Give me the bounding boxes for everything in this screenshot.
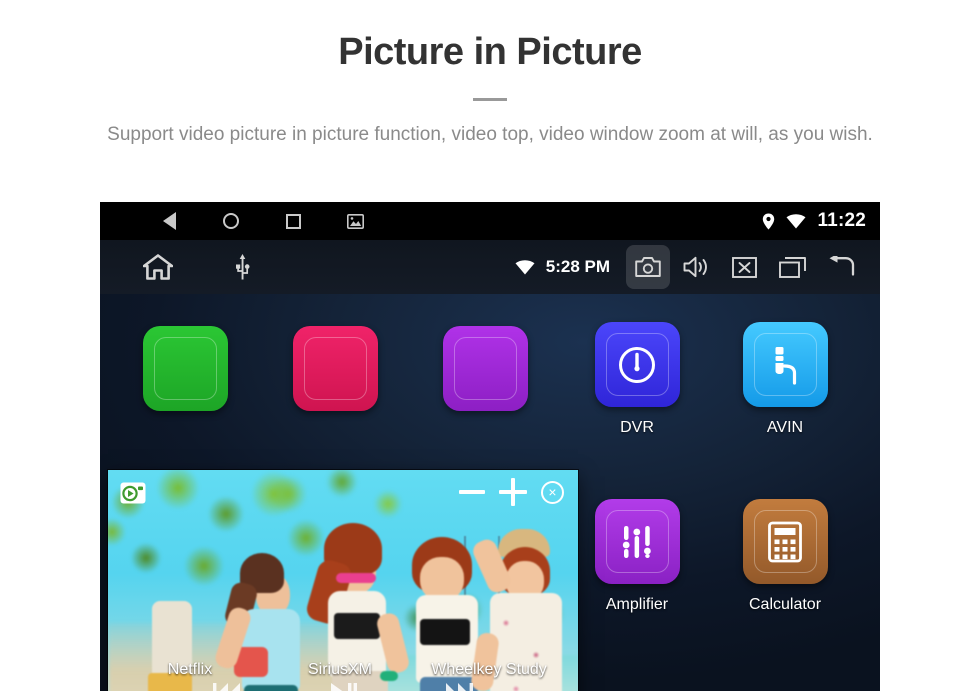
app-label-dvr: DVR xyxy=(620,419,654,436)
toolbar-left-group xyxy=(136,245,264,289)
app-cell-amplifier[interactable]: Amplifier xyxy=(572,499,702,614)
navigation-keys xyxy=(158,210,366,232)
app-cell-avin[interactable]: AVIN xyxy=(720,322,850,437)
usb-status-icon-button[interactable] xyxy=(220,245,264,289)
screenshot-nav-key[interactable] xyxy=(344,210,366,232)
back-arrow-icon xyxy=(829,256,855,276)
close-app-button[interactable] xyxy=(722,245,766,289)
usb-icon xyxy=(235,254,249,280)
app-cell-dvr[interactable]: DVR xyxy=(572,322,702,437)
home-icon xyxy=(143,254,173,280)
app-tile-calculator xyxy=(742,499,828,584)
recents-nav-key[interactable] xyxy=(282,210,304,232)
status-bar-clock: 11:22 xyxy=(817,210,866,231)
back-nav-key[interactable] xyxy=(158,210,180,232)
volume-button[interactable] xyxy=(674,245,718,289)
app-toolbar: 5:28 PM xyxy=(100,240,880,294)
pip-window-controls: × xyxy=(459,478,564,506)
android-status-bar: 11:22 xyxy=(100,202,880,240)
page-title: Picture in Picture xyxy=(338,31,642,73)
app-tile-hidden-1 xyxy=(142,326,228,411)
toolbar-wifi-icon-wrap xyxy=(515,259,535,275)
back-button[interactable] xyxy=(818,245,862,289)
wifi-icon xyxy=(515,259,535,274)
device-screen: 11:22 5:28 PM DVR AVIN Amplifier Calcula… xyxy=(100,202,880,691)
hidden-app-labels: Netflix SiriusXM Wheelkey Study xyxy=(100,649,880,691)
video-camera-icon xyxy=(120,482,146,504)
camera-button[interactable] xyxy=(626,245,670,289)
zoom-in-button[interactable] xyxy=(499,478,527,506)
app-label-netflix: Netflix xyxy=(167,661,213,678)
circle-home-icon xyxy=(223,213,239,229)
close-pip-button[interactable]: × xyxy=(541,480,564,504)
app-cell-hidden-3[interactable] xyxy=(420,326,550,411)
app-label-calculator: Calculator xyxy=(748,596,822,613)
page-header: Picture in Picture Support video picture… xyxy=(0,0,980,148)
zoom-out-button[interactable] xyxy=(459,478,485,506)
equalizer-icon xyxy=(622,525,651,558)
app-tile-avin xyxy=(742,322,828,407)
app-label-avin: AVIN xyxy=(766,419,804,436)
minus-icon xyxy=(459,490,485,494)
av-plug-icon xyxy=(775,346,797,385)
title-divider xyxy=(473,97,507,101)
app-tile-hidden-3 xyxy=(442,326,528,411)
app-tile-hidden-2 xyxy=(292,326,378,411)
app-cell-hidden-1[interactable] xyxy=(120,326,250,411)
home-nav-key[interactable] xyxy=(220,210,242,232)
recent-apps-button[interactable] xyxy=(770,245,814,289)
pip-video-badge xyxy=(120,482,146,504)
app-label-wheelkey-study: Wheelkey Study xyxy=(431,661,547,678)
speaker-volume-icon xyxy=(683,256,707,278)
launcher-desktop: DVR AVIN Amplifier Calculator × Netflix … xyxy=(100,294,880,691)
gauge-icon xyxy=(619,346,655,383)
app-label-siriusxm: SiriusXM xyxy=(307,661,373,678)
home-button[interactable] xyxy=(136,245,180,289)
triangle-back-icon xyxy=(162,212,176,230)
square-recents-icon xyxy=(285,213,301,229)
camera-icon xyxy=(635,257,661,277)
calculator-icon xyxy=(768,521,802,562)
toolbar-right-group: 5:28 PM xyxy=(515,245,862,289)
app-cell-hidden-2[interactable] xyxy=(270,326,400,411)
recents-window-icon xyxy=(778,256,806,278)
app-tile-dvr xyxy=(594,322,680,407)
toolbar-clock: 5:28 PM xyxy=(545,257,610,276)
wifi-icon xyxy=(786,213,806,228)
location-pin-icon xyxy=(763,213,775,229)
app-cell-calculator[interactable]: Calculator xyxy=(720,499,850,614)
app-tile-amplifier xyxy=(594,499,680,584)
page-subtitle: Support video picture in picture functio… xyxy=(107,123,873,145)
image-icon xyxy=(346,213,364,229)
status-bar-right: 11:22 xyxy=(762,210,866,232)
close-box-icon xyxy=(731,256,757,278)
app-label-amplifier: Amplifier xyxy=(605,596,669,613)
